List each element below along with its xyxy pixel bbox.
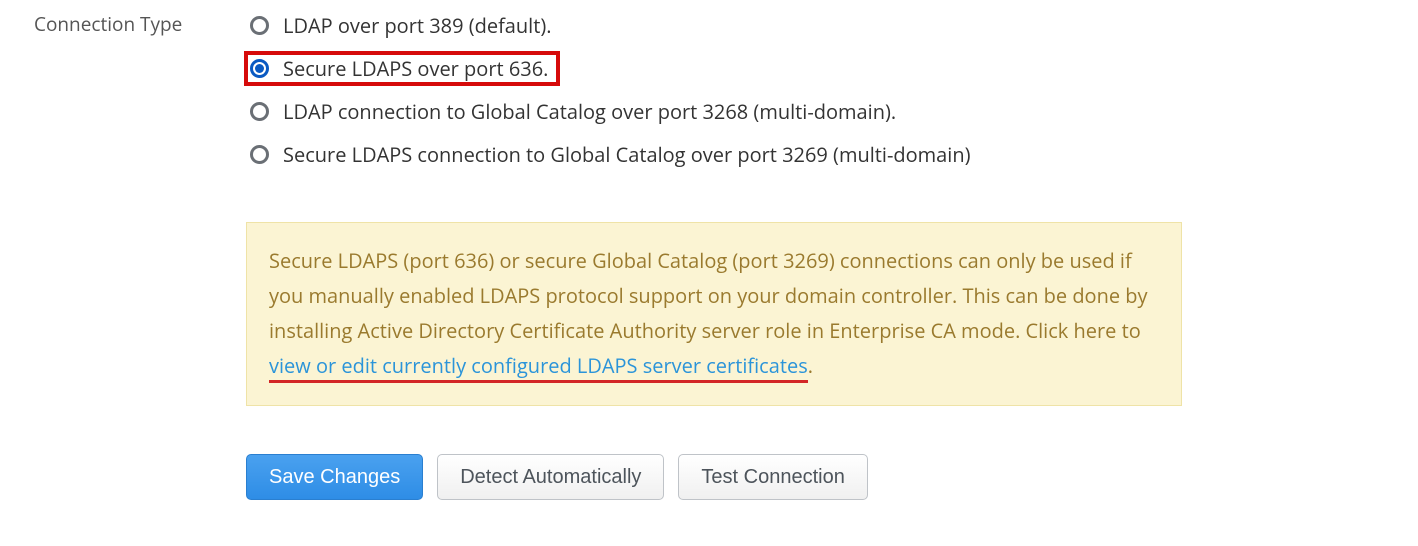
radio-icon bbox=[250, 59, 269, 78]
link-ldaps-certificates[interactable]: view or edit currently configured LDAPS … bbox=[269, 352, 808, 383]
radio-label: LDAP over port 389 (default). bbox=[283, 12, 552, 39]
field-label-connection-type: Connection Type bbox=[34, 10, 246, 38]
link-text: view or edit currently configured LDAPS … bbox=[269, 352, 808, 383]
test-connection-button[interactable]: Test Connection bbox=[678, 454, 867, 500]
radio-option-ldap-389[interactable]: LDAP over port 389 (default). bbox=[246, 10, 1398, 41]
info-box-ldaps: Secure LDAPS (port 636) or secure Global… bbox=[246, 222, 1182, 406]
radio-label: Secure LDAPS over port 636. bbox=[283, 55, 548, 82]
button-row: Save Changes Detect Automatically Test C… bbox=[246, 454, 1398, 500]
radio-option-ldaps-636[interactable]: Secure LDAPS over port 636. bbox=[246, 53, 558, 84]
radio-option-ldap-gc-3268[interactable]: LDAP connection to Global Catalog over p… bbox=[246, 96, 1398, 127]
info-text-after: . bbox=[808, 352, 813, 379]
radio-icon bbox=[250, 145, 269, 164]
connection-type-radio-group: LDAP over port 389 (default). Secure LDA… bbox=[246, 10, 1398, 170]
save-changes-button[interactable]: Save Changes bbox=[246, 454, 423, 500]
detect-automatically-button[interactable]: Detect Automatically bbox=[437, 454, 664, 500]
radio-option-ldaps-gc-3269[interactable]: Secure LDAPS connection to Global Catalo… bbox=[246, 139, 1398, 170]
radio-label: Secure LDAPS connection to Global Catalo… bbox=[283, 141, 971, 168]
radio-icon bbox=[250, 16, 269, 35]
field-body: LDAP over port 389 (default). Secure LDA… bbox=[246, 10, 1398, 500]
info-text: Secure LDAPS (port 636) or secure Global… bbox=[269, 247, 1148, 344]
radio-label: LDAP connection to Global Catalog over p… bbox=[283, 98, 896, 125]
radio-icon bbox=[250, 102, 269, 121]
